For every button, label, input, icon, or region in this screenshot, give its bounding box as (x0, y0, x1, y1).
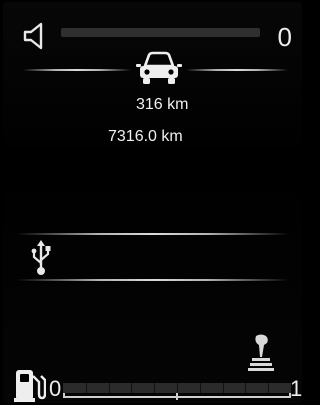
trip-distance: 316 km (136, 96, 189, 113)
divider (17, 279, 289, 281)
divider (23, 69, 131, 71)
instrument-display: 0 316 km 7316.0 km 0 1 (3, 2, 302, 403)
fuel-segment-tick (199, 383, 201, 393)
fuel-min-label: 0 (49, 376, 62, 401)
fuel-segment-tick (268, 383, 270, 393)
odometer-reading: 7316.0 km (108, 128, 183, 145)
fuel-segment-tick (131, 383, 133, 393)
car-icon (136, 51, 182, 84)
usb-icon (31, 240, 51, 275)
fuel-segment-tick (177, 383, 178, 393)
fuel-segment-tick (108, 383, 110, 393)
volume-level-bar (61, 28, 260, 37)
volume-value: 0 (277, 22, 292, 52)
gear-shift-icon (248, 334, 274, 371)
divider (17, 233, 289, 235)
fuel-segment-tick (245, 383, 247, 393)
fuel-max-label: 1 (290, 376, 303, 401)
fuel-segment-tick (85, 383, 87, 393)
divider (186, 69, 288, 71)
fuel-segment-tick (222, 383, 224, 393)
speaker-icon (23, 22, 43, 50)
fuel-segment-tick (154, 383, 156, 393)
fuel-level-bar (63, 383, 291, 393)
fuel-pump-icon (14, 370, 46, 402)
fuel-scale (63, 393, 291, 400)
